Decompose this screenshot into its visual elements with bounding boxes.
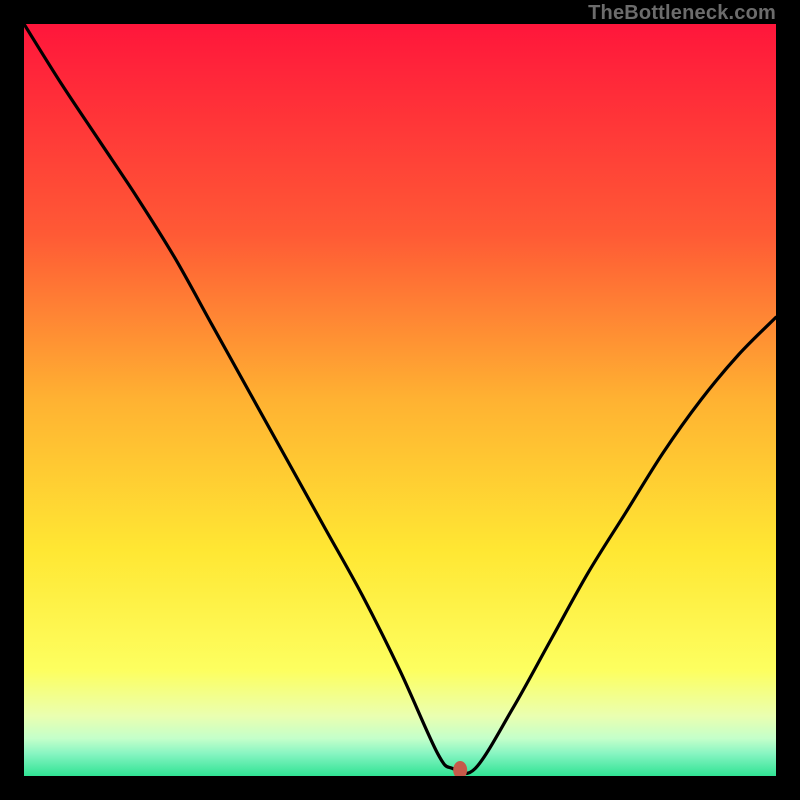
chart-frame: [24, 24, 776, 776]
chart-background: [24, 24, 776, 776]
bottleneck-chart: [24, 24, 776, 776]
watermark-text: TheBottleneck.com: [588, 2, 776, 25]
